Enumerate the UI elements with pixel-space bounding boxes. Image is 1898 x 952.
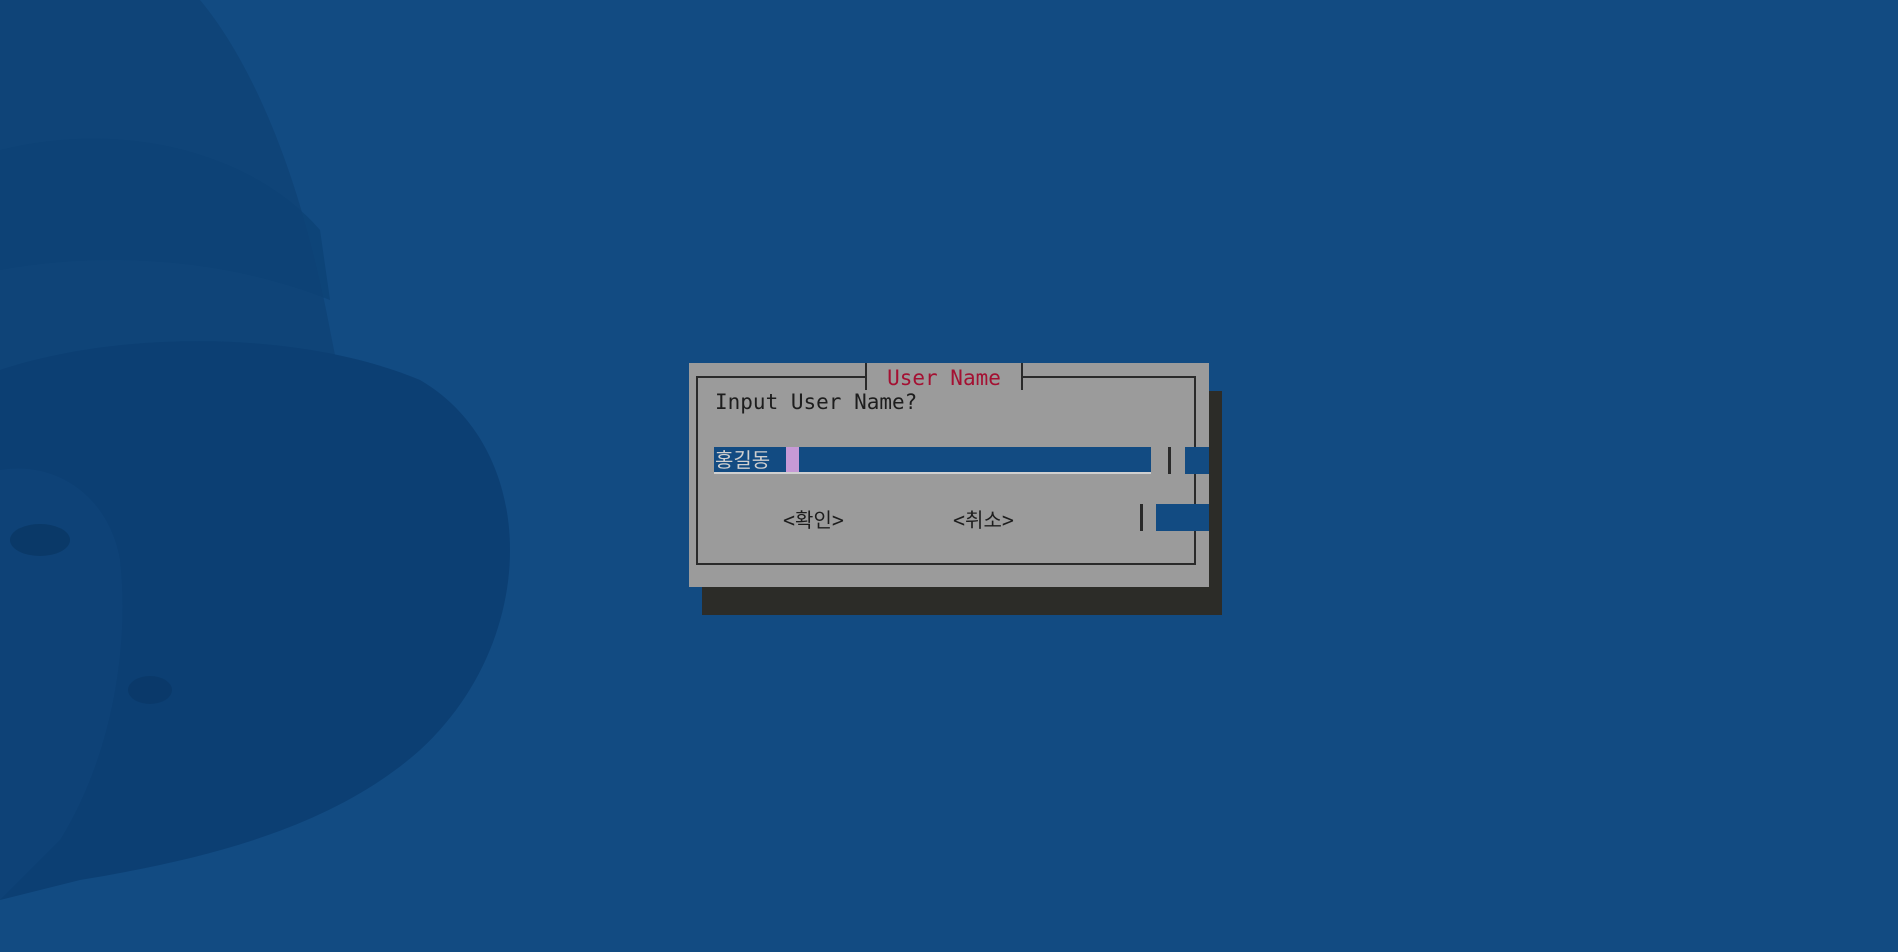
buttons-right-notch: [1156, 504, 1209, 531]
user-name-input-value: 홍길동: [715, 448, 771, 472]
input-dialog: User Name Input User Name? 홍길동 <확인> <취소>: [689, 363, 1209, 587]
dialog-title: User Name: [865, 363, 1023, 390]
text-cursor: [786, 447, 799, 474]
user-name-input[interactable]: 홍길동: [714, 447, 1151, 474]
input-right-divider: [1168, 447, 1171, 474]
input-right-notch: [1185, 447, 1209, 474]
buttons-right-divider: [1140, 504, 1143, 531]
cancel-button[interactable]: <취소>: [953, 504, 1014, 533]
ok-button[interactable]: <확인>: [783, 504, 844, 533]
dialog-prompt: Input User Name?: [715, 390, 918, 414]
